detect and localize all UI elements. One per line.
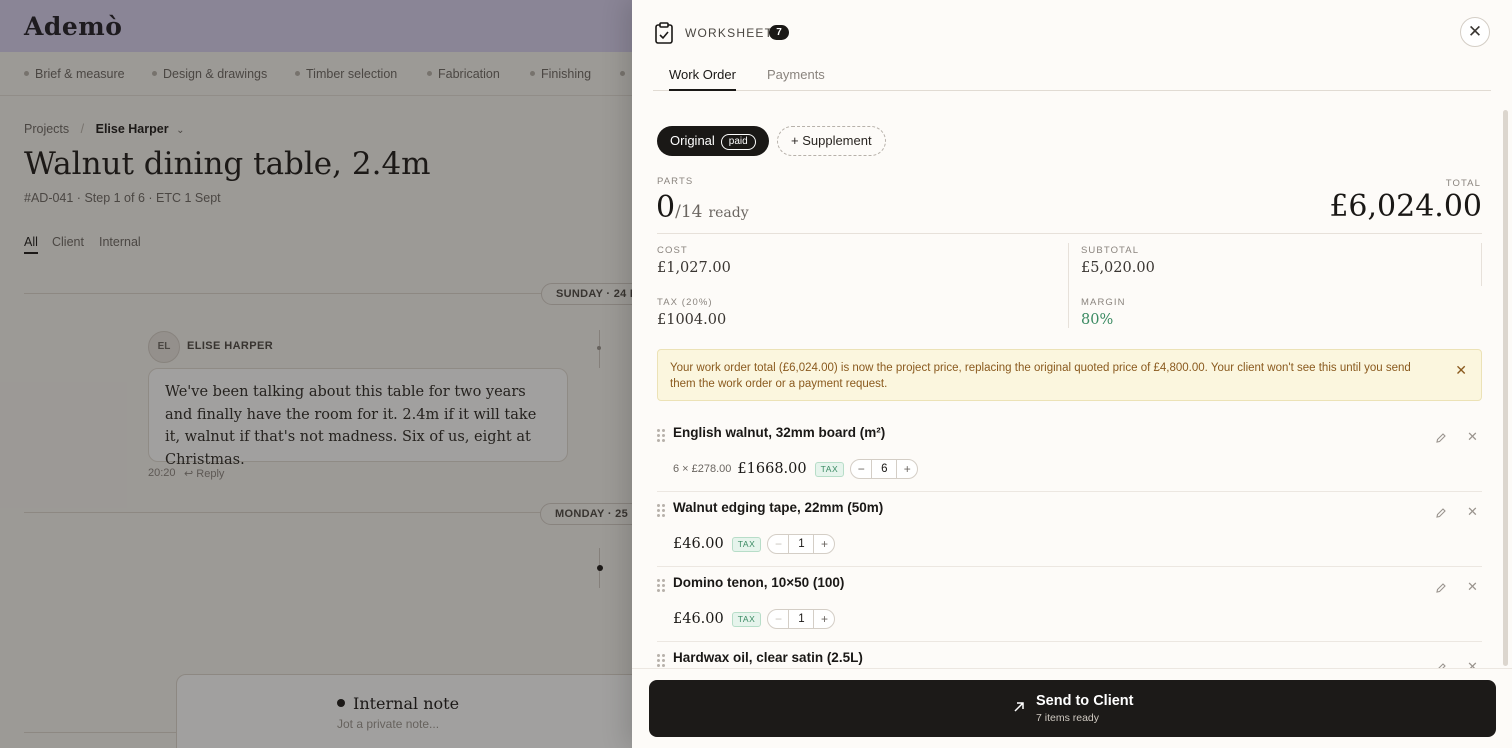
parts-ready-count: 0/14 ready: [656, 190, 749, 225]
tax-badge: TAX: [814, 461, 845, 477]
drag-handle-icon[interactable]: [657, 504, 665, 518]
remove-item-button[interactable]: ✕: [1467, 504, 1478, 520]
clipboard-check-icon: [655, 22, 673, 44]
drag-handle-icon[interactable]: [657, 654, 665, 668]
dismiss-notice-button[interactable]: ✕: [1455, 362, 1467, 378]
pencil-icon[interactable]: [1435, 582, 1447, 594]
item-name: Hardwax oil, clear satin (2.5L): [673, 650, 863, 665]
margin-label: MARGIN: [1081, 297, 1126, 308]
parts-total: /14: [675, 202, 703, 222]
item-pricing: £46.00 TAX − 1 +: [673, 534, 836, 554]
tax-label: TAX (20%): [657, 297, 713, 308]
arrow-up-right-icon: [1014, 702, 1024, 712]
decrease-button[interactable]: −: [851, 460, 871, 478]
worksheet-tabs: Work Order Payments: [653, 60, 1491, 91]
divider: [1481, 243, 1482, 286]
parts-ready-value: 0: [656, 190, 676, 225]
parts-suffix: ready: [708, 205, 749, 221]
notice-text: Your work order total (£6,024.00) is now…: [670, 362, 1411, 390]
line-item[interactable]: English walnut, 32mm board (m²) 6 × £278…: [657, 417, 1482, 492]
quantity-stepper: − 6 +: [850, 459, 919, 479]
item-pricing: £46.00 TAX − 1 +: [673, 609, 836, 629]
original-label: Original: [670, 133, 715, 148]
quantity-stepper: − 1 +: [767, 534, 836, 554]
pencil-icon[interactable]: [1435, 432, 1447, 444]
item-unit-price: 6 × £278.00: [673, 463, 732, 475]
decrease-button[interactable]: −: [768, 535, 788, 553]
worksheet-drawer: WORKSHEET 7 ✕ Work Order Payments Origin…: [632, 0, 1512, 748]
paid-badge: paid: [720, 134, 756, 150]
cost-value: £1,027.00: [657, 260, 731, 276]
total-value: £6,024.00: [1329, 189, 1482, 224]
increase-button[interactable]: +: [814, 535, 834, 553]
item-pricing: 6 × £278.00 £1668.00 TAX − 6 +: [673, 459, 919, 479]
quantity-value[interactable]: 1: [788, 610, 815, 628]
margin-value: 80%: [1081, 312, 1114, 328]
tax-badge: TAX: [731, 536, 762, 552]
item-name: Walnut edging tape, 22mm (50m): [673, 500, 884, 515]
line-item[interactable]: Domino tenon, 10×50 (100) £46.00 TAX − 1…: [657, 567, 1482, 642]
item-name: Domino tenon, 10×50 (100): [673, 575, 845, 590]
increase-button[interactable]: +: [897, 460, 917, 478]
drag-handle-icon[interactable]: [657, 429, 665, 443]
close-icon: ✕: [1467, 22, 1483, 41]
price-change-notice: Your work order total (£6,024.00) is now…: [657, 349, 1482, 401]
tab-payments[interactable]: Payments: [767, 67, 825, 91]
worksheet-count-badge: 7: [769, 25, 789, 40]
cost-label: COST: [657, 245, 688, 256]
remove-item-button[interactable]: ✕: [1467, 429, 1478, 445]
subtotal-label: SUBTOTAL: [1081, 245, 1140, 256]
divider: [1068, 243, 1069, 328]
drag-handle-icon[interactable]: [657, 579, 665, 593]
worksheet-title: WORKSHEET: [685, 26, 774, 40]
divider: [657, 233, 1482, 234]
close-button[interactable]: ✕: [1460, 17, 1490, 47]
scrollbar[interactable]: [1503, 110, 1508, 666]
parts-label: PARTS: [657, 176, 694, 187]
item-price: £1668.00: [737, 461, 807, 477]
original-order-pill[interactable]: Original paid: [657, 126, 769, 156]
pencil-icon[interactable]: [1435, 507, 1447, 519]
increase-button[interactable]: +: [814, 610, 834, 628]
item-price: £46.00: [673, 536, 724, 552]
tab-work-order[interactable]: Work Order: [669, 67, 736, 91]
total-label: TOTAL: [1445, 178, 1481, 189]
drawer-footer: Send to Client 7 items ready: [632, 668, 1512, 748]
subtotal-value: £5,020.00: [1081, 260, 1155, 276]
item-name: English walnut, 32mm board (m²): [673, 425, 886, 440]
remove-item-button[interactable]: ✕: [1467, 579, 1478, 595]
item-price: £46.00: [673, 611, 724, 627]
quantity-value[interactable]: 1: [788, 535, 815, 553]
send-subtitle: 7 items ready: [1036, 712, 1100, 724]
tax-badge: TAX: [731, 611, 762, 627]
send-label: Send to Client: [1036, 693, 1134, 709]
line-item[interactable]: Walnut edging tape, 22mm (50m) £46.00 TA…: [657, 492, 1482, 567]
decrease-button[interactable]: −: [768, 610, 788, 628]
tax-value: £1004.00: [657, 312, 727, 328]
quantity-value[interactable]: 6: [871, 460, 898, 478]
quantity-stepper: − 1 +: [767, 609, 836, 629]
send-to-client-button[interactable]: Send to Client 7 items ready: [649, 680, 1496, 737]
add-supplement-button[interactable]: + Supplement: [777, 126, 886, 156]
